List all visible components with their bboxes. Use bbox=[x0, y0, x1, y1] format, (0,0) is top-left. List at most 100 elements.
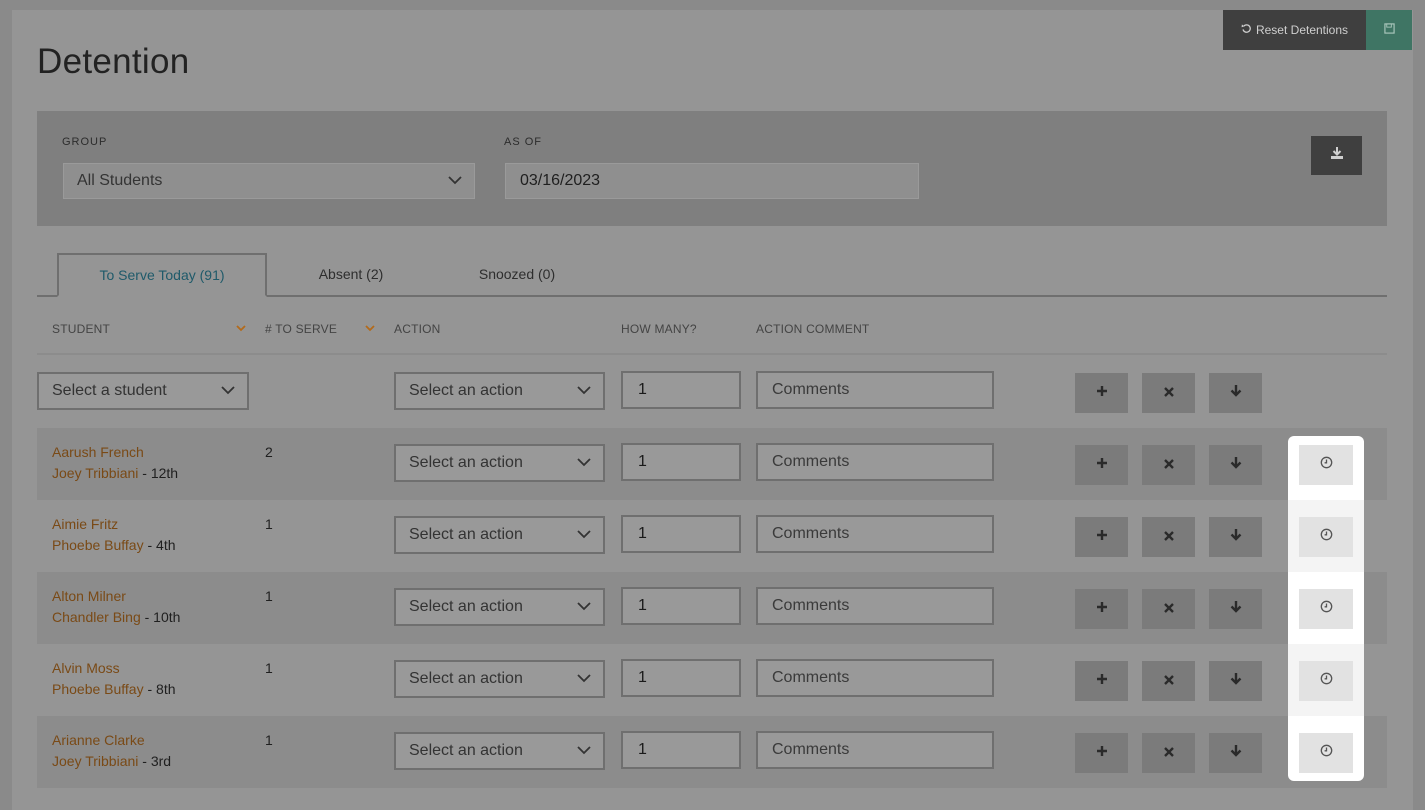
comments-input[interactable]: Comments bbox=[756, 443, 994, 481]
comments-placeholder: Comments bbox=[772, 453, 850, 470]
action-select[interactable]: Select an action bbox=[394, 660, 605, 698]
save-button[interactable] bbox=[1366, 10, 1412, 50]
add-button[interactable] bbox=[1075, 373, 1128, 413]
column-header-to-serve[interactable]: # TO SERVE bbox=[265, 322, 337, 336]
tab-bar: To Serve Today (91) Absent (2) Snoozed (… bbox=[37, 253, 1387, 297]
student-name-link[interactable]: Aarush French bbox=[52, 444, 144, 460]
arrow-down-icon bbox=[1230, 384, 1242, 402]
action-select[interactable]: Select an action bbox=[394, 732, 605, 770]
chevron-down-icon bbox=[577, 670, 591, 688]
add-button[interactable] bbox=[1075, 589, 1128, 629]
snooze-button[interactable] bbox=[1299, 517, 1353, 557]
student-advisor: Joey Tribbiani - 3rd bbox=[52, 753, 171, 769]
student-name-link[interactable]: Alvin Moss bbox=[52, 660, 120, 676]
comments-input[interactable]: Comments bbox=[756, 515, 994, 553]
advisor-link[interactable]: Chandler Bing bbox=[52, 609, 141, 625]
arrow-down-icon bbox=[1230, 456, 1242, 474]
add-button[interactable] bbox=[1075, 445, 1128, 485]
remove-button[interactable] bbox=[1142, 445, 1195, 485]
tab-absent[interactable]: Absent (2) bbox=[301, 253, 401, 295]
add-button[interactable] bbox=[1075, 733, 1128, 773]
action-select-placeholder: Select an action bbox=[409, 598, 523, 615]
student-name-link[interactable]: Aimie Fritz bbox=[52, 516, 118, 532]
advisor-link[interactable]: Phoebe Buffay bbox=[52, 537, 144, 553]
tab-to-serve-today[interactable]: To Serve Today (91) bbox=[57, 253, 267, 297]
to-serve-count: 1 bbox=[265, 588, 273, 604]
how-many-value: 1 bbox=[638, 381, 647, 398]
how-many-input[interactable]: 1 bbox=[621, 731, 741, 769]
tab-snoozed[interactable]: Snoozed (0) bbox=[467, 253, 567, 295]
advisor-link[interactable]: Phoebe Buffay bbox=[52, 681, 144, 697]
to-serve-count: 2 bbox=[265, 444, 273, 460]
student-advisor: Joey Tribbiani - 12th bbox=[52, 465, 178, 481]
remove-button[interactable] bbox=[1142, 517, 1195, 557]
comments-input[interactable]: Comments bbox=[756, 731, 994, 769]
caret-down-icon[interactable] bbox=[365, 319, 375, 337]
snooze-button[interactable] bbox=[1299, 589, 1353, 629]
move-down-button[interactable] bbox=[1209, 445, 1262, 485]
page-title: Detention bbox=[37, 42, 190, 81]
advisor-link[interactable]: Joey Tribbiani bbox=[52, 753, 138, 769]
chevron-down-icon bbox=[577, 454, 591, 472]
how-many-value: 1 bbox=[638, 741, 647, 758]
group-label: GROUP bbox=[62, 136, 108, 148]
arrow-down-icon bbox=[1230, 528, 1242, 546]
action-select-placeholder: Select an action bbox=[409, 526, 523, 543]
student-advisor: Phoebe Buffay - 8th bbox=[52, 681, 176, 697]
action-select[interactable]: Select an action bbox=[394, 372, 605, 410]
advisor-link[interactable]: Joey Tribbiani bbox=[52, 465, 138, 481]
comments-placeholder: Comments bbox=[772, 597, 850, 614]
action-select[interactable]: Select an action bbox=[394, 588, 605, 626]
move-down-button[interactable] bbox=[1209, 373, 1262, 413]
add-button[interactable] bbox=[1075, 661, 1128, 701]
comments-input[interactable]: Comments bbox=[756, 587, 994, 625]
how-many-input[interactable]: 1 bbox=[621, 515, 741, 553]
action-select-placeholder: Select an action bbox=[409, 670, 523, 687]
column-header-action-comment: ACTION COMMENT bbox=[756, 322, 870, 336]
group-select[interactable]: All Students bbox=[63, 163, 475, 199]
move-down-button[interactable] bbox=[1209, 517, 1262, 557]
caret-down-icon[interactable] bbox=[236, 319, 246, 337]
remove-button[interactable] bbox=[1142, 661, 1195, 701]
comments-input[interactable]: Comments bbox=[756, 659, 994, 697]
comments-input[interactable]: Comments bbox=[756, 371, 994, 409]
clock-icon bbox=[1320, 600, 1333, 618]
column-header-student[interactable]: STUDENT bbox=[52, 322, 110, 336]
download-button[interactable] bbox=[1311, 136, 1362, 175]
add-button[interactable] bbox=[1075, 517, 1128, 557]
action-select[interactable]: Select an action bbox=[394, 444, 605, 482]
comments-placeholder: Comments bbox=[772, 525, 850, 542]
snooze-button[interactable] bbox=[1299, 661, 1353, 701]
remove-button[interactable] bbox=[1142, 589, 1195, 629]
student-advisor: Phoebe Buffay - 4th bbox=[52, 537, 176, 553]
as-of-date-value: 03/16/2023 bbox=[520, 172, 601, 189]
how-many-input[interactable]: 1 bbox=[621, 659, 741, 697]
student-advisor: Chandler Bing - 10th bbox=[52, 609, 180, 625]
remove-button[interactable] bbox=[1142, 733, 1195, 773]
student-name-link[interactable]: Alton Milner bbox=[52, 588, 126, 604]
move-down-button[interactable] bbox=[1209, 661, 1262, 701]
how-many-input[interactable]: 1 bbox=[621, 587, 741, 625]
student-name-link[interactable]: Arianne Clarke bbox=[52, 732, 145, 748]
plus-icon bbox=[1096, 456, 1108, 474]
snooze-button[interactable] bbox=[1299, 733, 1353, 773]
move-down-button[interactable] bbox=[1209, 589, 1262, 629]
chevron-down-icon bbox=[577, 598, 591, 616]
plus-icon bbox=[1096, 744, 1108, 762]
action-select[interactable]: Select an action bbox=[394, 516, 605, 554]
snooze-button[interactable] bbox=[1299, 445, 1353, 485]
to-serve-count: 1 bbox=[265, 516, 273, 532]
how-many-input[interactable]: 1 bbox=[621, 371, 741, 409]
student-grade: - 4th bbox=[143, 537, 176, 553]
student-select[interactable]: Select a student bbox=[37, 372, 249, 410]
arrow-down-icon bbox=[1230, 744, 1242, 762]
reset-detentions-button[interactable]: Reset Detentions bbox=[1223, 10, 1366, 50]
arrow-down-icon bbox=[1230, 600, 1242, 618]
how-many-input[interactable]: 1 bbox=[621, 443, 741, 481]
remove-button[interactable] bbox=[1142, 373, 1195, 413]
chevron-down-icon bbox=[221, 382, 235, 400]
as-of-date-input[interactable]: 03/16/2023 bbox=[505, 163, 919, 199]
student-grade: - 10th bbox=[140, 609, 181, 625]
how-many-value: 1 bbox=[638, 453, 647, 470]
move-down-button[interactable] bbox=[1209, 733, 1262, 773]
